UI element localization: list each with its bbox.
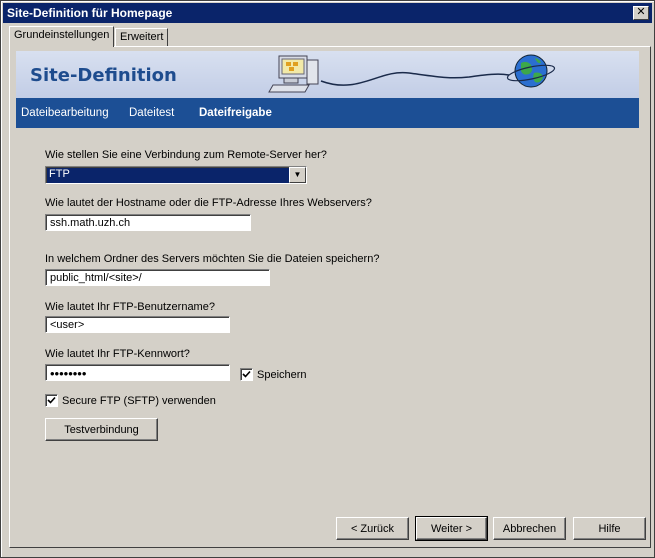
window-title: Site-Definition für Homepage — [7, 6, 173, 20]
folder-label: In welchem Ordner des Servers möchten Si… — [45, 253, 380, 265]
tab-label: Grundeinstellungen — [14, 29, 110, 41]
title-bar[interactable]: Site-Definition für Homepage ✕ — [3, 3, 652, 23]
banner-title: Site-Definition — [30, 65, 177, 86]
nav-item-dateibearbeitung[interactable]: Dateibearbeitung — [21, 107, 109, 119]
banner-graphic — [268, 54, 556, 93]
close-button[interactable]: ✕ — [633, 6, 649, 20]
dialog-window: Site-Definition für Homepage ✕ Grundeins… — [0, 0, 655, 558]
password-label: Wie lautet Ihr FTP-Kennwort? — [45, 348, 190, 360]
chevron-down-icon: ▼ — [293, 170, 302, 179]
globe-icon — [506, 54, 556, 88]
username-label: Wie lautet Ihr FTP-Benutzername? — [45, 301, 215, 313]
nav-bar: Dateibearbeitung Dateitest Dateifreigabe — [16, 98, 639, 128]
connection-selected-value: FTP — [49, 168, 70, 180]
checkmark-icon — [242, 370, 251, 378]
sftp-label: Secure FTP (SFTP) verwenden — [62, 395, 216, 407]
save-password-checkbox[interactable] — [240, 368, 253, 381]
cancel-button[interactable]: Abbrechen — [493, 517, 566, 540]
hostname-label: Wie lautet der Hostname oder die FTP-Adr… — [45, 197, 372, 209]
banner: Site-Definition — [16, 51, 639, 98]
connection-select[interactable]: FTP ▼ — [45, 166, 307, 184]
username-input[interactable]: <user> — [45, 316, 230, 333]
close-icon: ✕ — [636, 6, 646, 18]
nav-item-dateifreigabe[interactable]: Dateifreigabe — [199, 107, 272, 119]
test-connection-button[interactable]: Testverbindung — [45, 418, 158, 441]
tab-grundeinstellungen[interactable]: Grundeinstellungen — [9, 26, 115, 47]
dropdown-arrow-button[interactable]: ▼ — [289, 167, 306, 183]
checkmark-icon — [47, 396, 56, 404]
folder-input[interactable]: public_html/<site>/ — [45, 269, 270, 286]
connection-label: Wie stellen Sie eine Verbindung zum Remo… — [45, 149, 327, 161]
help-button[interactable]: Hilfe — [573, 517, 646, 540]
nav-item-dateitest[interactable]: Dateitest — [129, 107, 174, 119]
save-password-label: Speichern — [257, 369, 307, 381]
next-button[interactable]: Weiter > — [415, 516, 488, 541]
back-button[interactable]: < Zurück — [336, 517, 409, 540]
computer-icon — [268, 55, 319, 93]
tab-label: Erweitert — [120, 31, 164, 43]
hostname-input[interactable]: ssh.math.uzh.ch — [45, 214, 251, 231]
password-input[interactable]: •••••••• — [45, 364, 230, 381]
sftp-checkbox[interactable] — [45, 394, 58, 407]
tab-erweitert[interactable]: Erweitert — [115, 28, 169, 47]
